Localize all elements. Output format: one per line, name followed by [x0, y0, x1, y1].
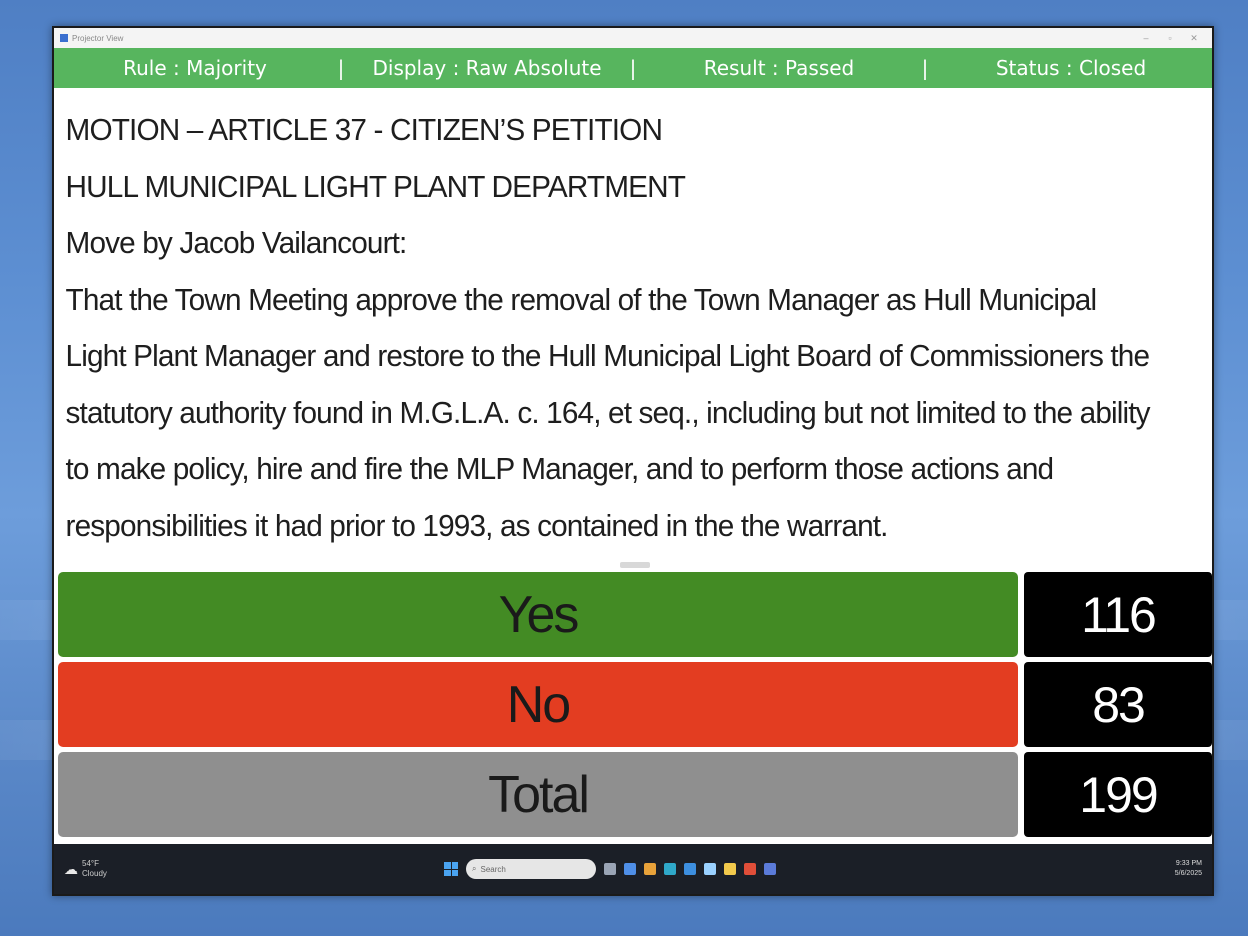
edge-icon[interactable] [624, 863, 636, 875]
folder-icon[interactable] [724, 863, 736, 875]
window-title: Projector View [72, 33, 124, 43]
taskbar-clock[interactable]: 9:33 PM 5/6/2025 [1175, 859, 1202, 879]
minimize-icon[interactable]: – [1134, 33, 1158, 43]
weather-text: 54°F Cloudy [82, 859, 107, 879]
yes-label: Yes [58, 572, 1018, 657]
app-icon [60, 34, 68, 42]
vote-row-total: Total 199 [58, 752, 1212, 837]
yes-count: 116 [1024, 572, 1212, 657]
motion-mover: Move by Jacob Vailancourt: [65, 225, 408, 260]
no-count: 83 [1024, 662, 1212, 747]
display-status: Display : Raw Absolute [346, 56, 628, 80]
weather-desc: Cloudy [82, 869, 107, 878]
taskbar-apps: ⌕ Search [444, 859, 1175, 879]
task-view-icon[interactable] [604, 863, 616, 875]
windows-taskbar: ☁ 54°F Cloudy ⌕ Search 9:33 PM 5/6/2025 [54, 844, 1212, 894]
vote-row-no: No 83 [58, 662, 1212, 747]
vote-status-bar: Rule : Majority | Display : Raw Absolute… [54, 48, 1212, 88]
display-prefix: Display : [372, 56, 466, 80]
browser-icon[interactable] [664, 863, 676, 875]
closed-status: Status : Closed [995, 56, 1147, 80]
cloud-icon: ☁ [64, 860, 78, 877]
close-icon[interactable]: ✕ [1182, 33, 1206, 44]
weather-temp: 54°F [82, 859, 99, 868]
app-icon-red[interactable] [744, 863, 756, 875]
status-separator: | [921, 56, 929, 80]
calendar-icon[interactable] [704, 863, 716, 875]
window-titlebar: Projector View – ▫ ✕ [54, 28, 1212, 48]
rule-status: Rule : Majority [123, 56, 267, 80]
search-placeholder: Search [480, 864, 506, 874]
clock-time: 9:33 PM [1175, 860, 1202, 867]
search-icon: ⌕ [472, 864, 477, 873]
mail-icon[interactable] [684, 863, 696, 875]
vote-results: Yes 116 No 83 Total 199 [58, 572, 1212, 842]
total-count: 199 [1024, 752, 1212, 837]
motion-text: MOTION – ARTICLE 37 - CITIZEN’S PETITION… [54, 88, 1166, 566]
motion-body: That the Town Meeting approve the remova… [65, 281, 1151, 543]
vote-row-yes: Yes 116 [58, 572, 1212, 657]
projector-window: Projector View – ▫ ✕ Rule : Majority | D… [52, 26, 1214, 896]
result-status: Result : Passed [703, 56, 855, 80]
chrome-icon[interactable] [644, 863, 656, 875]
splitter-handle[interactable] [620, 562, 650, 568]
clock-date: 5/6/2025 [1174, 870, 1202, 877]
status-separator: | [337, 56, 345, 80]
display-value: Raw Absolute [465, 56, 602, 80]
taskbar-search[interactable]: ⌕ Search [466, 859, 596, 879]
no-label: No [58, 662, 1018, 747]
weather-widget[interactable]: ☁ 54°F Cloudy [64, 859, 444, 879]
start-icon[interactable] [444, 862, 458, 876]
projector-app-icon[interactable] [764, 863, 776, 875]
maximize-icon[interactable]: ▫ [1158, 33, 1182, 43]
status-separator: | [629, 56, 637, 80]
motion-department: HULL MUNICIPAL LIGHT PLANT DEPARTMENT [65, 168, 686, 204]
total-label: Total [58, 752, 1018, 837]
motion-title: MOTION – ARTICLE 37 - CITIZEN’S PETITION [65, 112, 663, 147]
